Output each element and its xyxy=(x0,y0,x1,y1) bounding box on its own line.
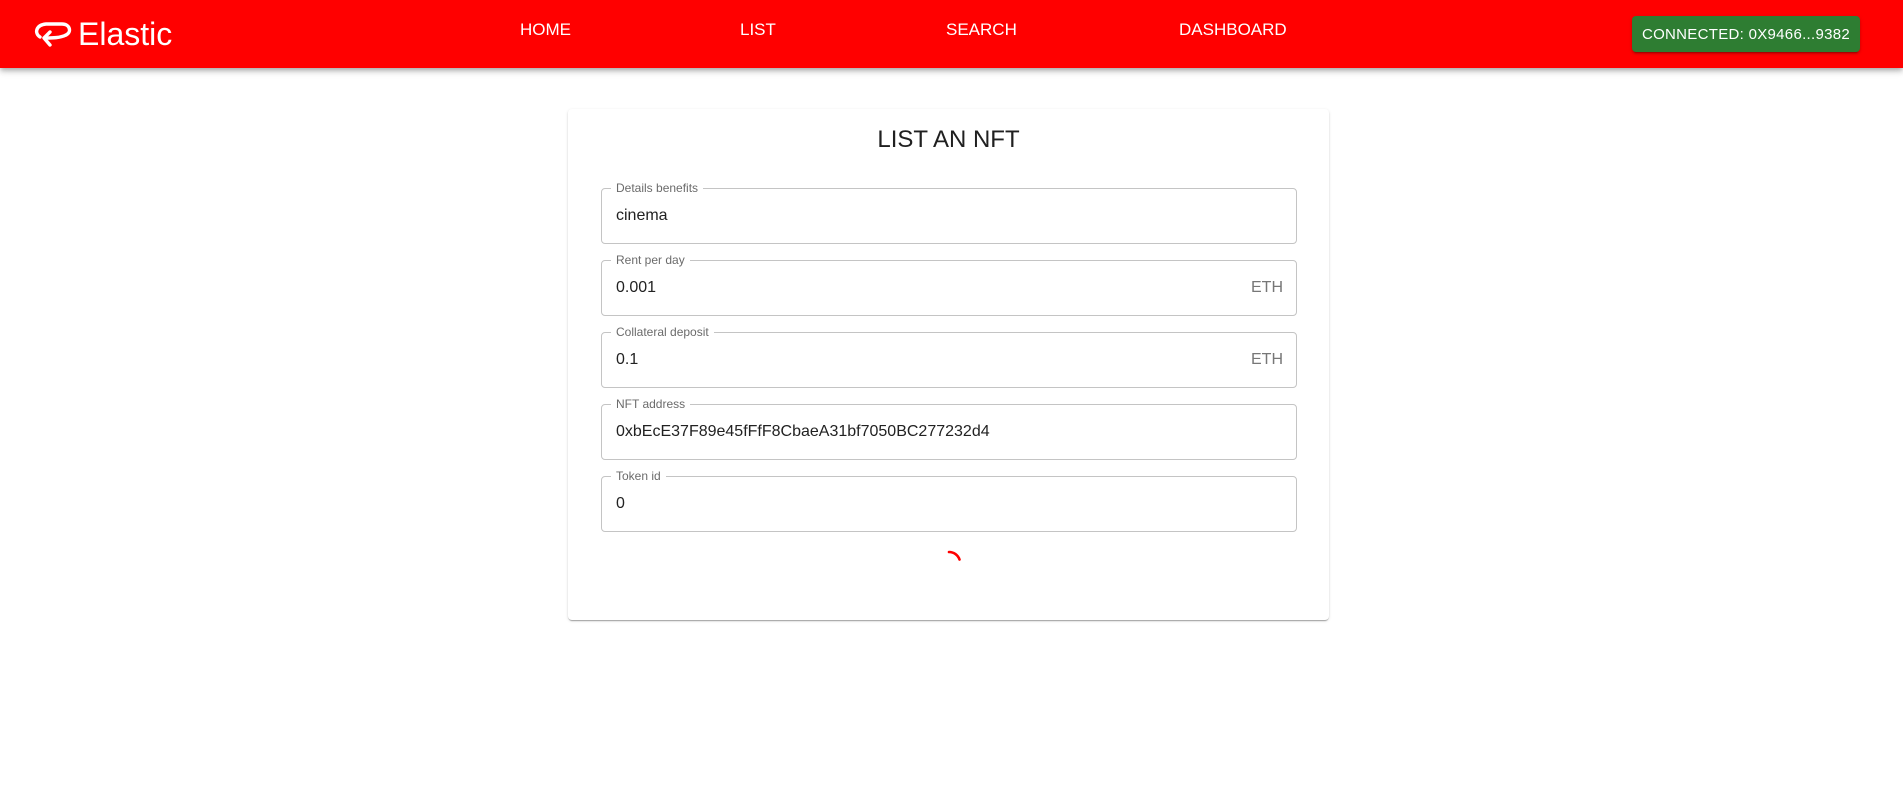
nav-dashboard[interactable]: DASHBOARD xyxy=(1179,20,1287,40)
token-id-input[interactable]: 0 xyxy=(616,495,1216,513)
app-bar: Elastic HOME LIST SEARCH DASHBOARD CONNE… xyxy=(0,0,1903,68)
collateral-currency-unit: ETH xyxy=(1251,351,1283,368)
token-id-field[interactable]: Token id 0 xyxy=(601,469,1297,532)
collateral-deposit-label: Collateral deposit xyxy=(611,325,714,339)
collateral-deposit-input[interactable]: 0.1 xyxy=(616,351,1216,369)
collateral-deposit-field[interactable]: Collateral deposit 0.1 ETH xyxy=(601,325,1297,388)
rent-per-day-input[interactable]: 0.001 xyxy=(616,279,1216,297)
details-benefits-input[interactable]: cinema xyxy=(616,207,1216,225)
swap-arrow-icon xyxy=(34,22,72,47)
nav-search[interactable]: SEARCH xyxy=(946,20,1017,40)
nav-home[interactable]: HOME xyxy=(520,20,571,40)
brand-logo-link[interactable]: Elastic xyxy=(32,14,172,54)
nft-address-input[interactable]: 0xbEcE37F89e45fFfF8CbaeA31bf7050BC277232… xyxy=(616,423,1216,441)
token-id-label: Token id xyxy=(611,469,666,483)
list-nft-card: LIST AN NFT Details benefits cinema Rent… xyxy=(568,109,1329,620)
rent-per-day-label: Rent per day xyxy=(611,253,690,267)
nft-address-field[interactable]: NFT address 0xbEcE37F89e45fFfF8CbaeA31bf… xyxy=(601,397,1297,460)
nft-address-label: NFT address xyxy=(611,397,691,411)
loading-spinner-icon xyxy=(947,550,961,561)
details-benefits-label: Details benefits xyxy=(611,181,704,195)
wallet-connected-button[interactable]: CONNECTED: 0X9466...9382 xyxy=(1632,16,1860,52)
rent-currency-unit: ETH xyxy=(1251,279,1283,296)
nav-list[interactable]: LIST xyxy=(740,20,776,40)
brand-name: Elastic xyxy=(78,15,173,52)
page-title: LIST AN NFT xyxy=(877,126,1020,153)
rent-per-day-field[interactable]: Rent per day 0.001 ETH xyxy=(601,253,1297,316)
details-benefits-field[interactable]: Details benefits cinema xyxy=(601,181,1297,244)
